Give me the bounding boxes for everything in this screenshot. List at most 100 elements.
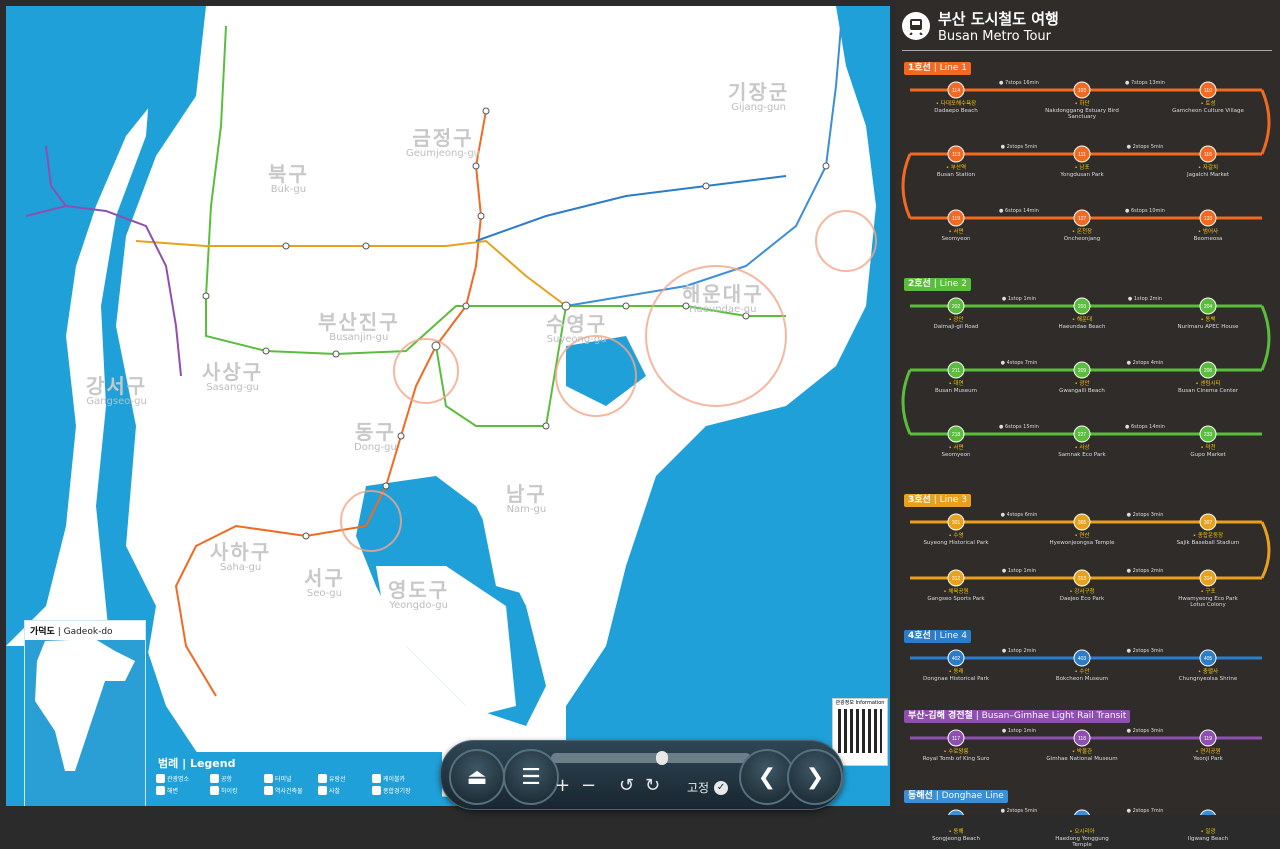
check-icon: ✓ (714, 780, 729, 795)
station-label: • 광안 Gwangalli Beach (1045, 381, 1119, 394)
district-name-en: Busanjin-gu (329, 332, 389, 343)
district-name: 강서구 (86, 374, 148, 398)
station-number: 202 (952, 304, 961, 310)
slider-knob[interactable] (656, 751, 669, 765)
station-name-en: Seomyeon (941, 451, 971, 458)
station-marker[interactable] (1074, 809, 1090, 815)
rotate-left-button[interactable]: ↺ (619, 777, 634, 795)
station-name-en: Yongdusan Park (1060, 171, 1104, 178)
station-name-en: Dongnae Historical Park (923, 675, 989, 682)
stop-gap-label: ● 2stops 5min (1000, 144, 1038, 150)
line-tag-en: | Donghae Line (932, 791, 1004, 801)
qr-code-image (838, 709, 882, 753)
line-turn (901, 369, 912, 435)
station-name-en: Seomyeon (941, 235, 971, 242)
station-number: 133 (1204, 216, 1213, 222)
sea-east (566, 6, 890, 806)
rotate-right-button[interactable]: ↻ (645, 777, 660, 795)
station-label: • 수안 Bokcheon Museum (1045, 669, 1119, 682)
station-label: • 강서구청 Daejeo Eco Park (1045, 589, 1119, 602)
station-number: 307 (1204, 520, 1213, 526)
station-label: • 체육공원 Gangseo Sports Park (919, 589, 993, 602)
station-label: • 광안 Dalmaji-gil Road (919, 317, 993, 330)
station-number: 312 (952, 576, 961, 582)
station-label: • 동백 Nurimaru APEC House (1171, 317, 1245, 330)
fix-toggle[interactable]: 고정 ✓ (687, 779, 729, 796)
station-number: 402 (952, 656, 961, 662)
district-name-en: Nam-gu (506, 504, 547, 515)
station-name-en: Busan Station (936, 171, 976, 178)
station-label: • 수영 Suyeong Historical Park (919, 533, 993, 546)
legend-item: 역사건축물 (264, 786, 318, 795)
legend-item-icon (318, 774, 327, 783)
line-tag-en: | Busan–Gimhae Light Rail Transit (972, 711, 1127, 721)
station-number: 119 (1204, 736, 1212, 742)
page-slider[interactable] (551, 751, 751, 765)
line-tag-en: | Line 3 (930, 495, 967, 505)
station-marker[interactable] (948, 809, 964, 815)
station-name-en: Gupo Market (1190, 451, 1226, 458)
metro-map[interactable]: N 금정구 Geumjeong-gu 기장군 Gijang-gun 북구 Buk-gu… (6, 6, 890, 806)
station-name-en: Gamcheon Culture Village (1172, 107, 1244, 114)
legend-item-icon (372, 786, 381, 795)
stop-gap-label: ● 7stops 16min (999, 80, 1039, 86)
station-name-en: Gimhae National Museum (1046, 755, 1118, 762)
stop-gap-label: ● 6stops 14min (1125, 424, 1165, 430)
stop-gap-label: ● 1stop 1min (1001, 296, 1037, 302)
legend-item-icon (264, 786, 273, 795)
line-tag-en: | Line 4 (930, 631, 967, 641)
station-name-en: Daejeo Eco Park (1059, 595, 1105, 602)
station-name-en: Oncheonjang (1063, 235, 1101, 242)
legend-item-icon (372, 774, 381, 783)
eject-button[interactable]: ⏏ (449, 749, 505, 805)
stop-gap-label: ● 4stops 7min (1000, 360, 1038, 366)
legend-item-icon (156, 786, 165, 795)
stop-gap-label: ● 2stops 5min (1126, 144, 1164, 150)
district-yeongdo: 영도구 Yeongdo-gu (388, 580, 449, 612)
station-number: 405 (1204, 656, 1213, 662)
lines-diagram: 114 103 110 113 111 116 119 127 133 202 203 204 211 2… (901, 81, 1271, 815)
legend: 범례 | Legend 관광명소 공항 터미널 유람선 케이블카 해변 하이킹 역사건축물 사찰… (152, 752, 442, 806)
zoom-out-button[interactable]: − (581, 777, 596, 795)
district-name-en: Seo-gu (306, 588, 342, 599)
stop-gap-label: ● 1stop 2min (1127, 296, 1163, 302)
legend-title-en: Legend (189, 757, 236, 770)
district-name-en: Haeundae-gu (689, 304, 757, 315)
station-name-en: Busan Museum (934, 387, 978, 394)
stop-gap-label: ● 4stops 6min (1000, 512, 1038, 518)
station-name-en: Dalmaji-gil Road (933, 323, 979, 330)
fix-label: 고정 (687, 781, 710, 795)
station-name-en: Nakdonggang Estuary Bird Sanctuary (1045, 107, 1119, 121)
legend-item-icon (264, 774, 273, 783)
gadeok-inset: 가덕도 | Gadeok-do (24, 620, 146, 806)
zoom-in-button[interactable]: + (555, 777, 570, 795)
station-marker[interactable] (1200, 809, 1216, 815)
station-name-en: Jagalchi Market (1186, 171, 1230, 178)
district-name: 북구 (268, 162, 309, 186)
legend-item-label: 역사건축물 (275, 788, 303, 795)
station-number: 103 (1078, 88, 1087, 94)
station-name-en: Gwangalli Beach (1059, 387, 1105, 394)
station-name-en: Dadaepo Beach (934, 107, 978, 114)
stop-gap-label: ● 2stops 4min (1126, 360, 1164, 366)
station-label: • 일광 Ilgwang Beach (1171, 829, 1245, 842)
station-label: • 해운대 Haeundae Beach (1045, 317, 1119, 330)
station-label: • 온천장 Oncheonjang (1045, 229, 1119, 242)
district-saha: 사하구 Saha-gu (210, 542, 271, 574)
next-button[interactable]: ❯ (787, 749, 843, 805)
line3-route (135, 239, 567, 307)
legend-item: 하이킹 (210, 786, 264, 795)
stop-gap-label: ● 2stops 3min (1126, 728, 1164, 734)
donghae-route (565, 25, 842, 307)
district-name: 사상구 (202, 360, 264, 384)
line-tag-ko: 2호선 (908, 279, 931, 289)
district-nam: 남구 Nam-gu (506, 484, 547, 516)
station-name-en: Songjeong Beach (932, 835, 980, 842)
station-label: • 사상 Samnak Eco Park (1045, 445, 1119, 458)
station-number: 403 (1078, 656, 1087, 662)
legend-item: 관광명소 (156, 774, 210, 783)
station-name-en: Haedong Yonggung Temple (1055, 835, 1109, 849)
qr-code[interactable]: 관광정보 Information (832, 698, 888, 766)
line-tag-en: | Line 2 (930, 279, 967, 289)
station-number: 114 (952, 88, 960, 94)
